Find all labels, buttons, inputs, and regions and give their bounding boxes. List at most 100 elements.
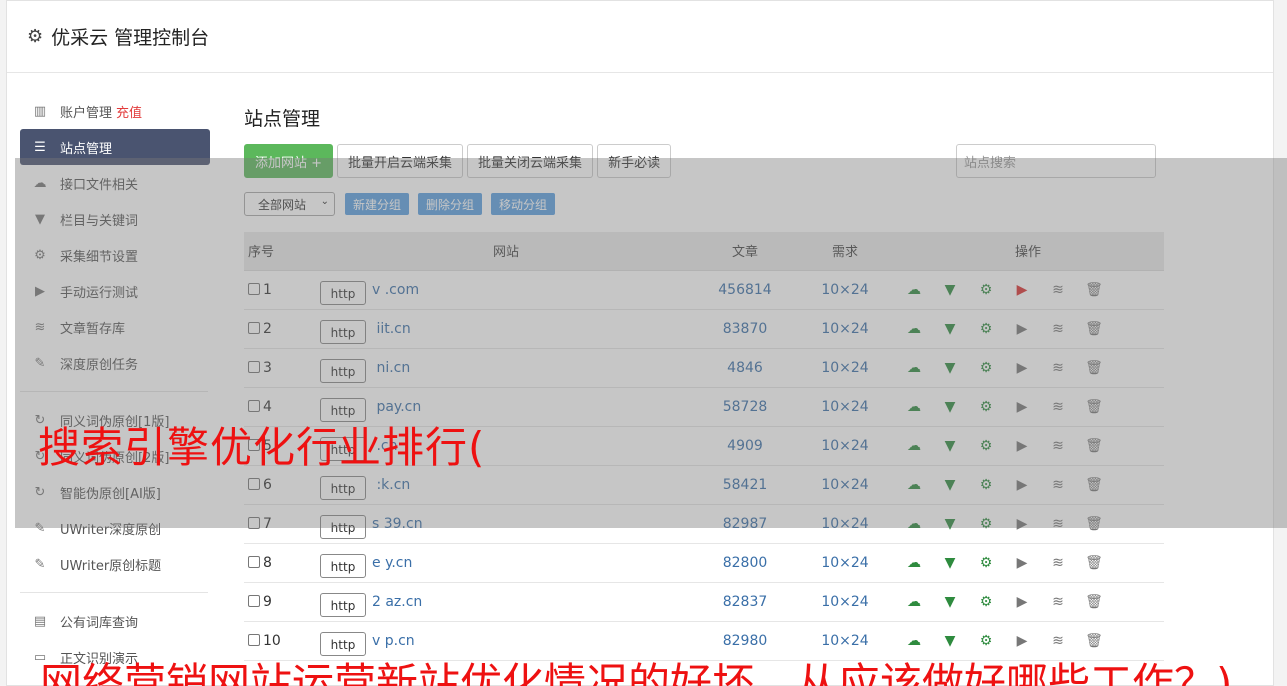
- sidebar-item-manual-run[interactable]: ▶ 手动运行测试: [20, 273, 210, 309]
- cogs-icon[interactable]: ⚙: [968, 555, 1004, 571]
- row-checkbox[interactable]: [248, 477, 260, 490]
- filter-icon[interactable]: ▼: [932, 282, 968, 298]
- filter-icon[interactable]: ▼: [932, 321, 968, 337]
- row-checkbox[interactable]: [248, 633, 260, 646]
- cloud-upload-icon[interactable]: ☁: [896, 555, 932, 571]
- site-domain-link[interactable]: v .com: [372, 282, 419, 298]
- filter-icon[interactable]: ▼: [932, 477, 968, 493]
- play-circle-icon[interactable]: ▶: [1004, 321, 1040, 337]
- cogs-icon[interactable]: ⚙: [968, 360, 1004, 376]
- cogs-icon[interactable]: ⚙: [968, 477, 1004, 493]
- trash-icon[interactable]: 🗑: [1076, 282, 1112, 298]
- site-domain-link[interactable]: 2 az.cn: [372, 594, 422, 610]
- row-articles[interactable]: 83870: [692, 309, 798, 349]
- database-icon[interactable]: ≋: [1040, 438, 1076, 454]
- database-icon[interactable]: ≋: [1040, 555, 1076, 571]
- row-checkbox[interactable]: [248, 516, 260, 529]
- site-domain-link[interactable]: :k.cn: [372, 477, 410, 493]
- site-domain-link[interactable]: e y.cn: [372, 555, 412, 571]
- sidebar-item-interface[interactable]: ☁ 接口文件相关: [20, 165, 210, 201]
- sidebar-item-uwriter-deep[interactable]: ✎ UWriter深度原创: [20, 510, 210, 546]
- row-demand[interactable]: 10×24: [798, 465, 892, 505]
- play-circle-icon[interactable]: ▶: [1004, 516, 1040, 532]
- cloud-upload-icon[interactable]: ☁: [896, 516, 932, 532]
- database-icon[interactable]: ≋: [1040, 594, 1076, 610]
- row-checkbox[interactable]: [248, 282, 260, 295]
- protocol-badge[interactable]: http: [320, 319, 366, 344]
- row-articles[interactable]: 58421: [692, 465, 798, 505]
- cloud-upload-icon[interactable]: ☁: [896, 594, 932, 610]
- cloud-upload-icon[interactable]: ☁: [896, 321, 932, 337]
- protocol-badge[interactable]: http: [320, 358, 366, 383]
- sidebar-item-uwriter-title[interactable]: ✎ UWriter原创标题: [20, 546, 210, 582]
- row-articles[interactable]: 82837: [692, 582, 798, 622]
- play-circle-icon[interactable]: ▶: [1004, 594, 1040, 610]
- row-checkbox[interactable]: [248, 360, 260, 373]
- database-icon[interactable]: ≋: [1040, 321, 1076, 337]
- add-site-button[interactable]: 添加网站 +: [244, 144, 334, 178]
- play-circle-icon[interactable]: ▶: [1004, 360, 1040, 376]
- cogs-icon[interactable]: ⚙: [968, 438, 1004, 454]
- filter-icon[interactable]: ▼: [932, 516, 968, 532]
- row-articles[interactable]: 82987: [692, 504, 798, 544]
- trash-icon[interactable]: 🗑: [1076, 321, 1112, 337]
- database-icon[interactable]: ≋: [1040, 399, 1076, 415]
- database-icon[interactable]: ≋: [1040, 360, 1076, 376]
- cogs-icon[interactable]: ⚙: [968, 399, 1004, 415]
- row-demand[interactable]: 10×24: [798, 387, 892, 427]
- cogs-icon[interactable]: ⚙: [968, 516, 1004, 532]
- row-demand[interactable]: 10×24: [798, 270, 892, 310]
- row-articles[interactable]: 4909: [692, 426, 798, 466]
- delete-group-button[interactable]: 删除分组: [418, 193, 483, 215]
- cogs-icon[interactable]: ⚙: [968, 321, 1004, 337]
- protocol-badge[interactable]: http: [320, 553, 366, 578]
- filter-icon[interactable]: ▼: [932, 399, 968, 415]
- row-demand[interactable]: 10×24: [798, 582, 892, 622]
- row-articles[interactable]: 456814: [692, 270, 798, 310]
- row-checkbox[interactable]: [248, 321, 260, 334]
- sidebar-item-sites[interactable]: ☰ 站点管理: [20, 129, 210, 165]
- sidebar-item-public-dict[interactable]: ▤ 公有词库查询: [20, 603, 210, 639]
- newbie-guide-button[interactable]: 新手必读: [597, 144, 672, 178]
- new-group-button[interactable]: 新建分组: [345, 193, 410, 215]
- site-domain-link[interactable]: pay.cn: [372, 399, 421, 415]
- sidebar-item-ai-rewrite[interactable]: ↻ 智能伪原创[AI版]: [20, 474, 210, 510]
- filter-icon[interactable]: ▼: [932, 438, 968, 454]
- batch-enable-button[interactable]: 批量开启云端采集: [337, 144, 464, 178]
- row-articles[interactable]: 4846: [692, 348, 798, 388]
- sidebar-item-collect-settings[interactable]: ⚙ 采集细节设置: [20, 237, 210, 273]
- trash-icon[interactable]: 🗑: [1076, 594, 1112, 610]
- row-checkbox[interactable]: [248, 555, 260, 568]
- site-domain-link[interactable]: v p.cn: [372, 633, 415, 649]
- trash-icon[interactable]: 🗑: [1076, 477, 1112, 493]
- site-domain-link[interactable]: ni.cn: [372, 360, 410, 376]
- filter-icon[interactable]: ▼: [932, 594, 968, 610]
- database-icon[interactable]: ≋: [1040, 477, 1076, 493]
- trash-icon[interactable]: 🗑: [1076, 555, 1112, 571]
- cloud-upload-icon[interactable]: ☁: [896, 633, 932, 649]
- batch-disable-button[interactable]: 批量关闭云端采集: [467, 144, 594, 178]
- row-checkbox[interactable]: [248, 594, 260, 607]
- play-circle-icon[interactable]: ▶: [1004, 633, 1040, 649]
- database-icon[interactable]: ≋: [1040, 516, 1076, 532]
- protocol-badge[interactable]: http: [320, 592, 366, 617]
- row-demand[interactable]: 10×24: [798, 348, 892, 388]
- filter-icon[interactable]: ▼: [932, 360, 968, 376]
- cogs-icon[interactable]: ⚙: [968, 633, 1004, 649]
- sidebar-item-keywords[interactable]: ▼ 栏目与关键词: [20, 201, 210, 237]
- play-circle-icon[interactable]: ▶: [1004, 477, 1040, 493]
- sidebar-item-article-store[interactable]: ≋ 文章暂存库: [20, 309, 210, 345]
- protocol-badge[interactable]: http: [320, 514, 366, 539]
- sidebar-item-account[interactable]: ▥ 账户管理 充值: [20, 93, 210, 129]
- cogs-icon[interactable]: ⚙: [968, 282, 1004, 298]
- play-circle-icon[interactable]: ▶: [1004, 282, 1040, 298]
- play-circle-icon[interactable]: ▶: [1004, 438, 1040, 454]
- site-domain-link[interactable]: iit.cn: [372, 321, 410, 337]
- trash-icon[interactable]: 🗑: [1076, 516, 1112, 532]
- database-icon[interactable]: ≋: [1040, 282, 1076, 298]
- move-group-button[interactable]: 移动分组: [491, 193, 556, 215]
- protocol-badge[interactable]: http: [320, 475, 366, 500]
- row-demand[interactable]: 10×24: [798, 426, 892, 466]
- trash-icon[interactable]: 🗑: [1076, 360, 1112, 376]
- cloud-upload-icon[interactable]: ☁: [896, 282, 932, 298]
